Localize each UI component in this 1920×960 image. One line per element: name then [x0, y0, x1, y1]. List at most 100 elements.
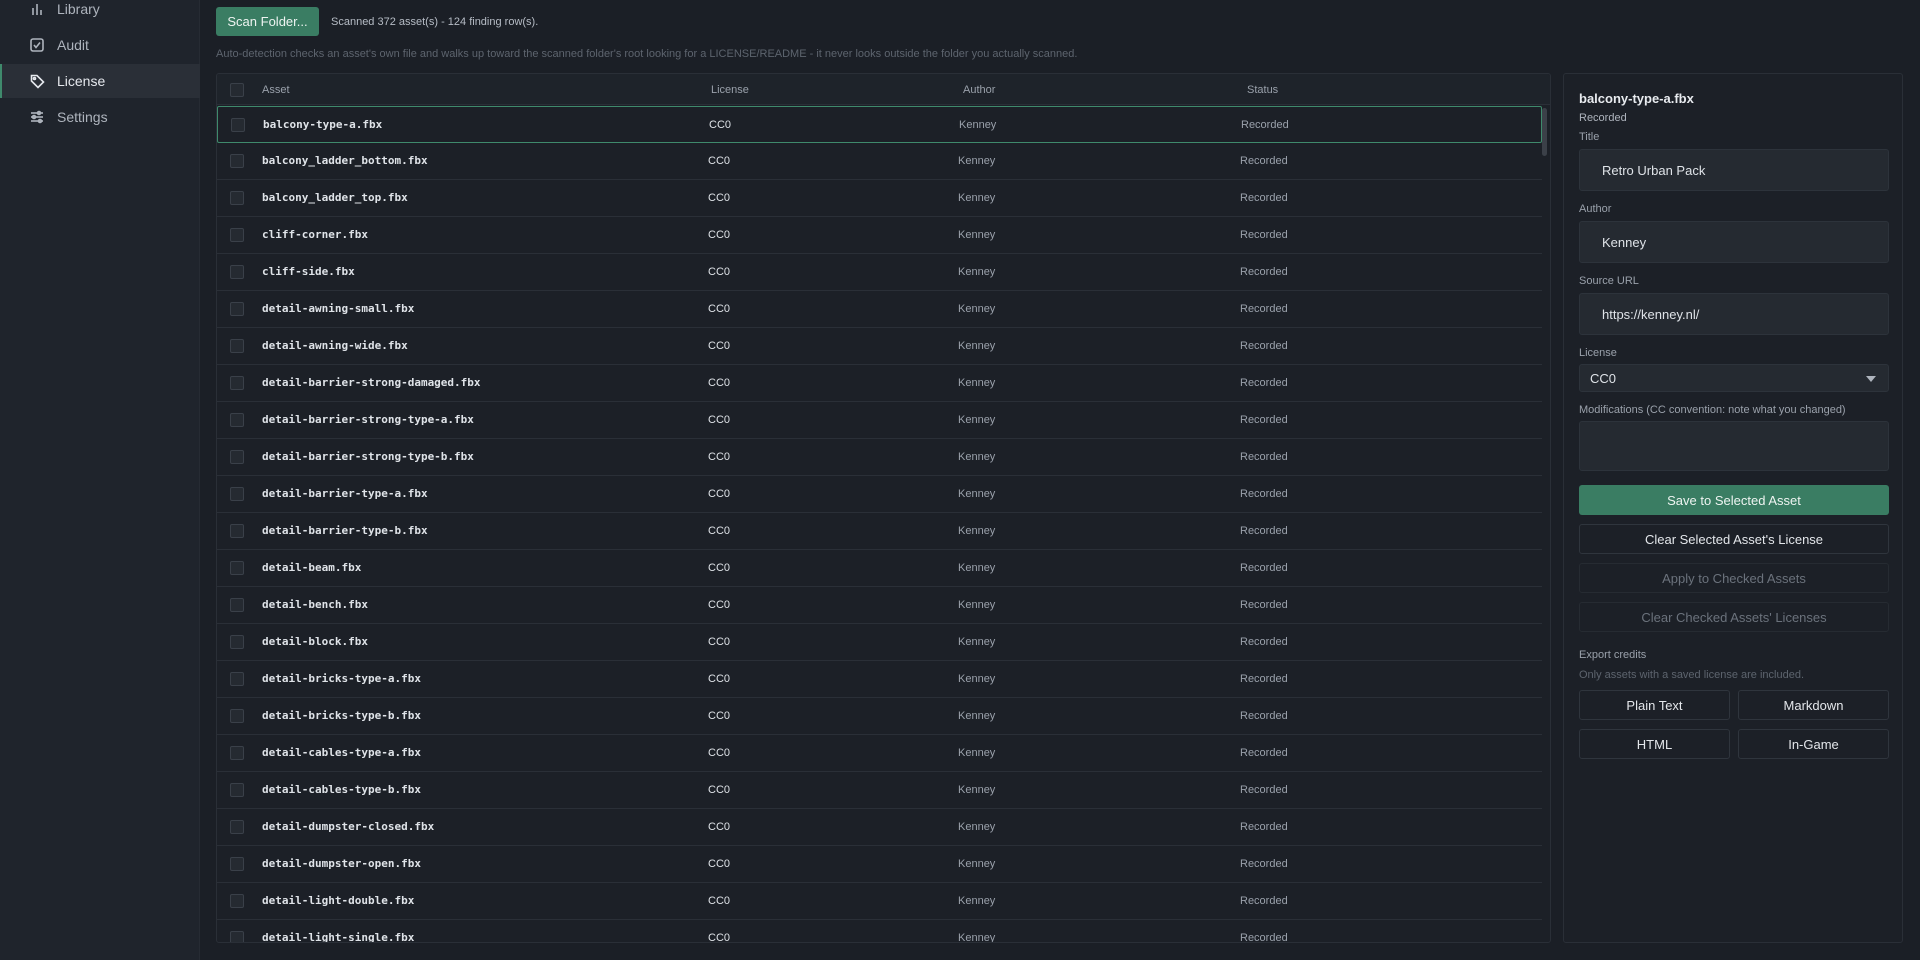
- asset-author: Kenney: [958, 525, 996, 537]
- table-row[interactable]: detail-bricks-type-b.fbx CC0 Kenney Recorde…: [217, 698, 1542, 735]
- asset-status: Recorded: [1240, 192, 1288, 204]
- asset-name: detail-barrier-type-b.fbx: [262, 524, 428, 537]
- table-row[interactable]: detail-barrier-type-a.fbx CC0 Kenney Record…: [217, 476, 1542, 513]
- row-checkbox[interactable]: [230, 746, 244, 760]
- row-checkbox[interactable]: [230, 339, 244, 353]
- sidebar-item-label: Library: [57, 1, 100, 17]
- table-row[interactable]: detail-beam.fbx CC0 Kenney Recorded: [217, 550, 1542, 587]
- table-scrollbar[interactable]: [1542, 108, 1547, 156]
- row-checkbox[interactable]: [230, 820, 244, 834]
- asset-name: balcony-type-a.fbx: [263, 118, 383, 131]
- row-checkbox[interactable]: [230, 450, 244, 464]
- asset-name: balcony_ladder_top.fbx: [262, 191, 408, 204]
- asset-name: detail-light-double.fbx: [262, 894, 415, 907]
- asset-status: Recorded: [1240, 562, 1288, 574]
- asset-status: Recorded: [1240, 784, 1288, 796]
- asset-name: detail-awning-wide.fbx: [262, 339, 408, 352]
- row-checkbox[interactable]: [230, 487, 244, 501]
- table-row[interactable]: detail-awning-wide.fbx CC0 Kenney Recorded: [217, 328, 1542, 365]
- asset-license: CC0: [708, 525, 731, 537]
- sidebar-item-license[interactable]: License: [0, 64, 200, 98]
- asset-name: detail-barrier-type-a.fbx: [262, 487, 428, 500]
- select-all-checkbox[interactable]: [230, 83, 244, 97]
- modifications-field[interactable]: [1579, 421, 1889, 471]
- row-checkbox[interactable]: [230, 228, 244, 242]
- export-markdown-button[interactable]: Markdown: [1738, 690, 1889, 720]
- asset-author: Kenney: [958, 192, 996, 204]
- table-row[interactable]: detail-cables-type-b.fbx CC0 Kenney Recorde…: [217, 772, 1542, 809]
- table-row[interactable]: detail-dumpster-closed.fbx CC0 Kenney Recor…: [217, 809, 1542, 846]
- sidebar-item-settings[interactable]: Settings: [0, 100, 200, 134]
- row-checkbox[interactable]: [230, 931, 244, 942]
- table-header: Asset License Author Status: [217, 74, 1550, 105]
- table-row[interactable]: detail-bricks-type-a.fbx CC0 Kenney Recorde…: [217, 661, 1542, 698]
- author-field[interactable]: Kenney: [1579, 221, 1889, 263]
- table-row[interactable]: detail-bench.fbx CC0 Kenney Recorded: [217, 587, 1542, 624]
- export-in-game-button[interactable]: In-Game: [1738, 729, 1889, 759]
- table-row[interactable]: detail-barrier-strong-type-b.fbx CC0 Kenne…: [217, 439, 1542, 476]
- export-html-button[interactable]: HTML: [1579, 729, 1730, 759]
- row-checkbox[interactable]: [230, 635, 244, 649]
- table-row[interactable]: detail-barrier-type-b.fbx CC0 Kenney Record…: [217, 513, 1542, 550]
- sidebar-item-library[interactable]: Library: [0, 0, 200, 26]
- row-checkbox[interactable]: [230, 857, 244, 871]
- asset-author: Kenney: [958, 932, 996, 943]
- apply-to-checked-button[interactable]: Apply to Checked Assets: [1579, 563, 1889, 593]
- scan-folder-button[interactable]: Scan Folder...: [216, 7, 319, 36]
- asset-license: CC0: [708, 858, 731, 870]
- row-checkbox[interactable]: [230, 709, 244, 723]
- sidebar-item-label: License: [57, 73, 106, 89]
- row-checkbox[interactable]: [230, 561, 244, 575]
- source-url-field[interactable]: https://kenney.nl/: [1579, 293, 1889, 335]
- column-header-license[interactable]: License: [711, 84, 749, 96]
- title-field[interactable]: Retro Urban Pack: [1579, 149, 1889, 191]
- sidebar-item-audit[interactable]: Audit: [0, 28, 200, 62]
- asset-status: Recorded: [1240, 747, 1288, 759]
- asset-name: balcony_ladder_bottom.fbx: [262, 154, 428, 167]
- table-row[interactable]: balcony_ladder_top.fbx CC0 Kenney Recorded: [217, 180, 1542, 217]
- table-row[interactable]: detail-dumpster-open.fbx CC0 Kenney Recorde…: [217, 846, 1542, 883]
- row-checkbox[interactable]: [230, 376, 244, 390]
- asset-status: Recorded: [1240, 673, 1288, 685]
- table-row[interactable]: detail-light-double.fbx CC0 Kenney Recorded: [217, 883, 1542, 920]
- asset-license: CC0: [708, 155, 731, 167]
- asset-license: CC0: [708, 599, 731, 611]
- clear-selected-license-button[interactable]: Clear Selected Asset's License: [1579, 524, 1889, 554]
- table-row[interactable]: detail-barrier-strong-damaged.fbx CC0 Kenn…: [217, 365, 1542, 402]
- save-to-selected-button[interactable]: Save to Selected Asset: [1579, 485, 1889, 515]
- asset-status: Recorded: [1240, 488, 1288, 500]
- row-checkbox[interactable]: [230, 302, 244, 316]
- row-checkbox[interactable]: [230, 598, 244, 612]
- license-select[interactable]: CC0: [1579, 364, 1889, 392]
- table-row[interactable]: balcony_ladder_bottom.fbx CC0 Kenney Record…: [217, 143, 1542, 180]
- row-checkbox[interactable]: [230, 154, 244, 168]
- asset-author: Kenney: [958, 451, 996, 463]
- asset-name: detail-dumpster-open.fbx: [262, 857, 421, 870]
- asset-name: detail-light-single.fbx: [262, 931, 415, 943]
- table-row[interactable]: detail-barrier-strong-type-a.fbx CC0 Kenne…: [217, 402, 1542, 439]
- asset-name: detail-awning-small.fbx: [262, 302, 415, 315]
- export-plain-text-button[interactable]: Plain Text: [1579, 690, 1730, 720]
- table-row[interactable]: detail-block.fbx CC0 Kenney Recorded: [217, 624, 1542, 661]
- table-row[interactable]: detail-awning-small.fbx CC0 Kenney Recorded: [217, 291, 1542, 328]
- row-checkbox[interactable]: [230, 672, 244, 686]
- row-checkbox[interactable]: [230, 413, 244, 427]
- row-checkbox[interactable]: [230, 524, 244, 538]
- asset-license: CC0: [708, 895, 731, 907]
- column-header-asset[interactable]: Asset: [262, 84, 290, 96]
- row-checkbox[interactable]: [230, 265, 244, 279]
- clear-checked-licenses-button[interactable]: Clear Checked Assets' Licenses: [1579, 602, 1889, 632]
- table-row[interactable]: detail-light-single.fbx CC0 Kenney Recorded: [217, 920, 1542, 943]
- row-checkbox[interactable]: [231, 118, 245, 132]
- row-checkbox[interactable]: [230, 783, 244, 797]
- row-checkbox[interactable]: [230, 894, 244, 908]
- table-row[interactable]: detail-cables-type-a.fbx CC0 Kenney Recorde…: [217, 735, 1542, 772]
- table-row[interactable]: cliff-side.fbx CC0 Kenney Recorded: [217, 254, 1542, 291]
- column-header-status[interactable]: Status: [1247, 84, 1278, 96]
- asset-license: CC0: [708, 229, 731, 241]
- table-row[interactable]: balcony-type-a.fbx CC0 Kenney Recorded: [217, 106, 1542, 143]
- column-header-author[interactable]: Author: [963, 84, 995, 96]
- row-checkbox[interactable]: [230, 191, 244, 205]
- table-row[interactable]: cliff-corner.fbx CC0 Kenney Recorded: [217, 217, 1542, 254]
- asset-author: Kenney: [958, 155, 996, 167]
